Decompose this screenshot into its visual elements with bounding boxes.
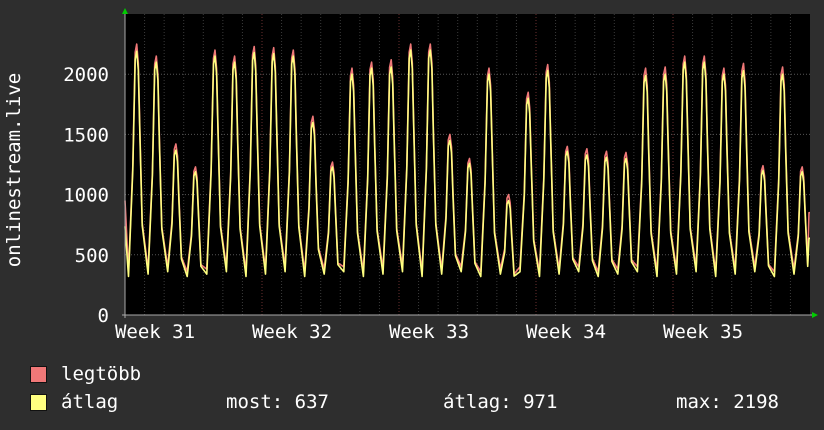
y-tick-labels: 0 500 1000 1500 2000: [63, 64, 109, 327]
legend-max-label: legtöbb: [61, 363, 142, 385]
x-tick-label: Week 32: [252, 321, 332, 343]
y-tick-label: 2000: [63, 64, 109, 86]
x-tick-label: Week 31: [115, 321, 195, 343]
avg-swatch-icon: [30, 393, 47, 411]
line-chart: 0500100015002000 Week 31 Week 32 Week 33 We…: [3, 8, 818, 343]
x-axis-arrow-icon: [812, 312, 818, 318]
y-axis-arrow-icon: [122, 8, 128, 14]
legend-item-avg: átlag: [30, 391, 118, 413]
x-tick-label: Week 34: [526, 321, 606, 343]
y-tick-label: 500: [75, 245, 109, 267]
y-tick-label: 1500: [63, 124, 109, 146]
legend-item-max: legtöbb: [30, 363, 141, 385]
y-tick-label: 0: [98, 305, 109, 327]
x-tick-labels: Week 31 Week 32 Week 33 Week 34 Week 35: [115, 321, 743, 343]
max-swatch-icon: [30, 365, 47, 383]
legend-avg-label: átlag: [61, 391, 119, 413]
y-tick-label: 1000: [63, 185, 109, 207]
x-tick-label: Week 33: [389, 321, 469, 343]
stat-average: átlag: 971: [443, 391, 558, 413]
stat-current: most: 637: [226, 391, 329, 413]
x-tick-label: Week 35: [663, 321, 743, 343]
stat-maximum: max: 2198: [676, 391, 779, 413]
y-axis-label: onlinestream.live: [3, 73, 25, 267]
